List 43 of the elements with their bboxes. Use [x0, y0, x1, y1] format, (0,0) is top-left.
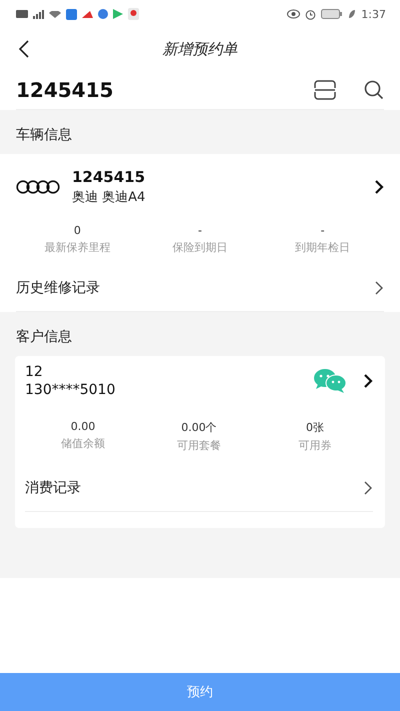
chevron-right-icon[interactable] — [374, 280, 384, 296]
chevron-right-icon[interactable] — [374, 179, 384, 195]
status-time: 1:37 — [361, 8, 386, 20]
circle-app-icon — [98, 9, 108, 19]
scan-icon — [314, 80, 336, 100]
history-link[interactable]: 历史维修记录 — [16, 265, 384, 312]
stat-value: - — [198, 224, 202, 237]
alarm-icon — [305, 8, 316, 20]
play-app-icon — [113, 9, 123, 19]
back-icon — [18, 39, 30, 59]
stat-label: 储值余额 — [61, 436, 105, 451]
search-icon — [364, 80, 384, 100]
stat-label: 最新保养里程 — [44, 240, 110, 255]
customer-name: 12 — [25, 364, 44, 380]
customer-phone: 130****5010 — [25, 382, 116, 398]
eye-icon — [287, 9, 300, 19]
chevron-right-icon[interactable] — [363, 480, 373, 496]
stat-value: 0.00 — [70, 420, 96, 433]
battery-icon — [321, 9, 344, 19]
stat-label: 可用套餐 — [177, 438, 221, 453]
page-title: 新增预约单 — [162, 40, 238, 58]
stat-value: 0 — [74, 224, 81, 237]
stat-value: - — [320, 224, 325, 237]
scan-button[interactable] — [314, 80, 336, 100]
chat-bubbles-icon — [313, 368, 347, 394]
stat-value: 0.00个 — [181, 420, 217, 435]
stat-label: 可用券 — [298, 438, 332, 453]
stat-label: 保险到期日 — [172, 240, 228, 255]
chevron-right-icon[interactable] — [363, 373, 373, 389]
signal-icon — [33, 10, 44, 18]
plate-number: 1245415 — [72, 168, 146, 186]
square-app-icon — [66, 8, 77, 20]
stat-value: 0张 — [306, 420, 324, 435]
rings-logo-icon — [16, 180, 60, 194]
consumption-link[interactable]: 消费记录 — [25, 465, 373, 512]
section-title: 车辆信息 — [15, 126, 73, 145]
leaf-icon — [348, 9, 356, 19]
search-field[interactable]: 1245415 — [16, 74, 286, 104]
stat-label: 到期年检日 — [295, 240, 350, 255]
triangle-app-icon — [82, 10, 93, 18]
car-model: 奥迪 奥迪A4 — [72, 189, 146, 206]
section-title: 客户信息 — [15, 328, 73, 347]
search-button[interactable] — [364, 80, 384, 100]
